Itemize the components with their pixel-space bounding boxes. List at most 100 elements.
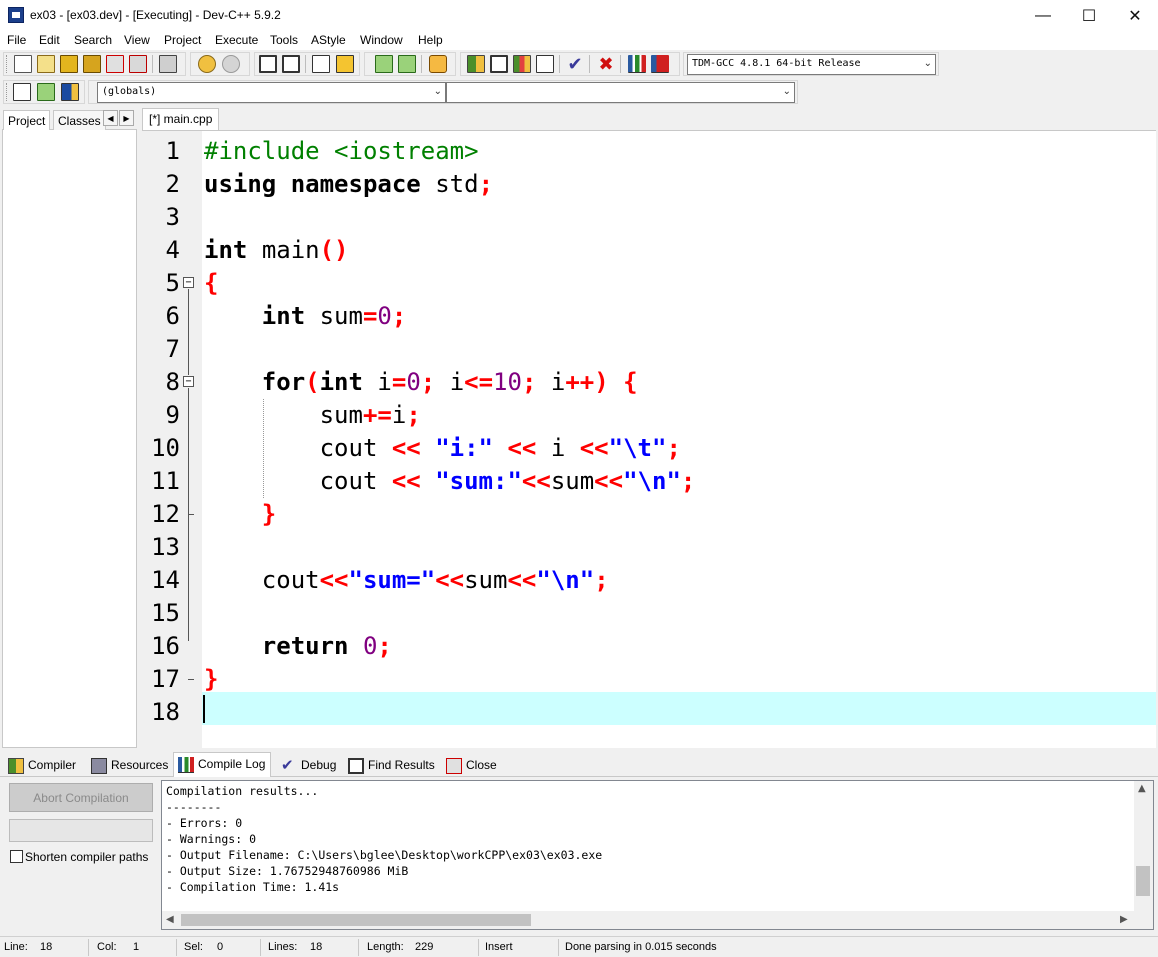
string-literal: " — [608, 434, 624, 462]
tab-classes[interactable]: Classes — [53, 110, 106, 130]
identifier: sum — [550, 467, 595, 495]
main-toolbar: ✔ ✖ TDM-GCC 4.8.1 64-bit Release ⌄ — [0, 50, 1158, 78]
symbol: ; — [680, 467, 696, 495]
new-file-icon[interactable] — [14, 55, 32, 73]
chevron-down-icon: ⌄ — [433, 86, 442, 97]
symbol: ; — [391, 302, 407, 330]
delete-profile-icon[interactable] — [651, 55, 669, 73]
tab-close[interactable]: Close — [442, 754, 502, 777]
menu-search[interactable]: Search — [74, 33, 112, 47]
symbol: << — [391, 467, 421, 495]
print-icon[interactable] — [159, 55, 177, 73]
line-number: 14 — [151, 566, 180, 594]
remove-from-project-icon[interactable] — [398, 55, 416, 73]
keyword: int — [261, 302, 306, 330]
goto-declaration-icon[interactable] — [37, 83, 55, 101]
line-number: 17 — [151, 665, 180, 693]
code-editor[interactable]: 1 2 3 4 5 6 7 8 9 10 11 12 13 14 15 16 1… — [142, 130, 1156, 748]
profile-icon[interactable] — [628, 55, 646, 73]
compile-log-icon — [178, 757, 194, 773]
scroll-left-icon[interactable]: ◀ — [166, 914, 174, 925]
identifier: cout — [319, 467, 378, 495]
menu-project[interactable]: Project — [164, 33, 201, 47]
syntax-check-icon[interactable]: ✔ — [566, 55, 584, 73]
redo-icon[interactable] — [222, 55, 240, 73]
close-all-icon[interactable] — [129, 55, 147, 73]
minimize-button[interactable]: — — [1020, 0, 1066, 31]
save-all-icon[interactable] — [83, 55, 101, 73]
close-window-button[interactable]: ✕ — [1112, 0, 1158, 31]
symbol: { — [204, 269, 219, 297]
symbol: += — [362, 401, 392, 429]
menu-file[interactable]: File — [7, 33, 26, 47]
tab-debug[interactable]: ✔ Debug — [277, 754, 341, 777]
fold-collapse-icon[interactable]: − — [183, 376, 194, 387]
tab-scroll-right-icon[interactable]: ▶ — [119, 110, 134, 126]
maximize-button[interactable]: ☐ — [1066, 0, 1112, 31]
tab-compile-log[interactable]: Compile Log — [173, 752, 272, 777]
devcpp-app-icon — [8, 7, 24, 23]
menu-tools[interactable]: Tools — [270, 33, 298, 47]
status-lines-value: 18 — [310, 941, 323, 953]
status-length-label: Length: — [367, 941, 404, 953]
close-file-icon[interactable] — [106, 55, 124, 73]
goto-line-icon[interactable] — [336, 55, 354, 73]
save-icon[interactable] — [60, 55, 78, 73]
menu-help[interactable]: Help — [418, 33, 443, 47]
shorten-paths-checkbox[interactable] — [10, 850, 23, 863]
compiler-select[interactable]: TDM-GCC 4.8.1 64-bit Release ⌄ — [687, 54, 936, 75]
code-line: int sum=0; — [204, 300, 407, 333]
menu-edit[interactable]: Edit — [39, 33, 60, 47]
line-number: 1 — [165, 137, 180, 165]
toolbar-separator — [305, 55, 306, 73]
scroll-up-icon[interactable]: ▲ — [1138, 783, 1146, 794]
preprocessor-directive: #include <iostream> — [204, 137, 479, 165]
compile-icon[interactable] — [467, 55, 485, 73]
tab-resources[interactable]: Resources — [87, 754, 173, 777]
tab-find-results[interactable]: Find Results — [344, 754, 440, 777]
log-horizontal-scroll-thumb[interactable] — [181, 914, 531, 926]
menu-astyle[interactable]: AStyle — [311, 33, 346, 47]
stop-execution-icon[interactable]: ✖ — [597, 55, 615, 73]
indent-icon[interactable] — [312, 55, 330, 73]
replace-icon[interactable] — [282, 55, 300, 73]
status-message: Done parsing in 0.015 seconds — [565, 941, 717, 953]
add-to-project-icon[interactable] — [375, 55, 393, 73]
open-file-icon[interactable] — [37, 55, 55, 73]
scope-select[interactable]: (globals) ⌄ — [97, 82, 446, 103]
log-vertical-scroll-thumb[interactable] — [1136, 866, 1150, 896]
compile-log-output[interactable]: Compilation results... -------- - Errors… — [161, 780, 1154, 930]
string-literal: " — [651, 434, 667, 462]
bookmark-icon[interactable] — [61, 83, 79, 101]
tab-scroll-left-icon[interactable]: ◀ — [103, 110, 118, 126]
rebuild-all-icon[interactable] — [536, 55, 554, 73]
line-number: 8 — [165, 368, 180, 396]
abort-compilation-button[interactable]: Abort Compilation — [9, 783, 153, 812]
find-icon[interactable] — [259, 55, 277, 73]
status-separator — [358, 939, 359, 956]
menu-execute[interactable]: Execute — [215, 33, 258, 47]
tab-compiler[interactable]: Compiler — [4, 754, 81, 777]
compile-run-icon[interactable] — [513, 55, 531, 73]
scroll-right-icon[interactable]: ▶ — [1120, 914, 1128, 925]
symbol: ; — [666, 434, 681, 462]
menu-window[interactable]: Window — [360, 33, 403, 47]
symbol: << — [391, 434, 421, 462]
toolbar-grip[interactable] — [6, 83, 9, 101]
menu-view[interactable]: View — [124, 33, 150, 47]
symbol: << — [507, 434, 537, 462]
project-options-icon[interactable] — [429, 55, 447, 73]
number-literal: 0 — [406, 368, 421, 396]
status-separator — [558, 939, 559, 956]
tab-main-cpp[interactable]: [*] main.cpp — [142, 108, 220, 130]
tab-project[interactable]: Project — [3, 110, 51, 130]
run-icon[interactable] — [490, 55, 508, 73]
insert-icon[interactable] — [13, 83, 31, 101]
undo-icon[interactable] — [198, 55, 216, 73]
identifier: i — [550, 434, 566, 462]
status-separator — [260, 939, 261, 956]
member-select[interactable]: ⌄ — [446, 82, 795, 103]
toolbar-grip[interactable] — [6, 55, 9, 73]
fold-collapse-icon[interactable]: − — [183, 277, 194, 288]
symbol: ) — [594, 368, 609, 396]
